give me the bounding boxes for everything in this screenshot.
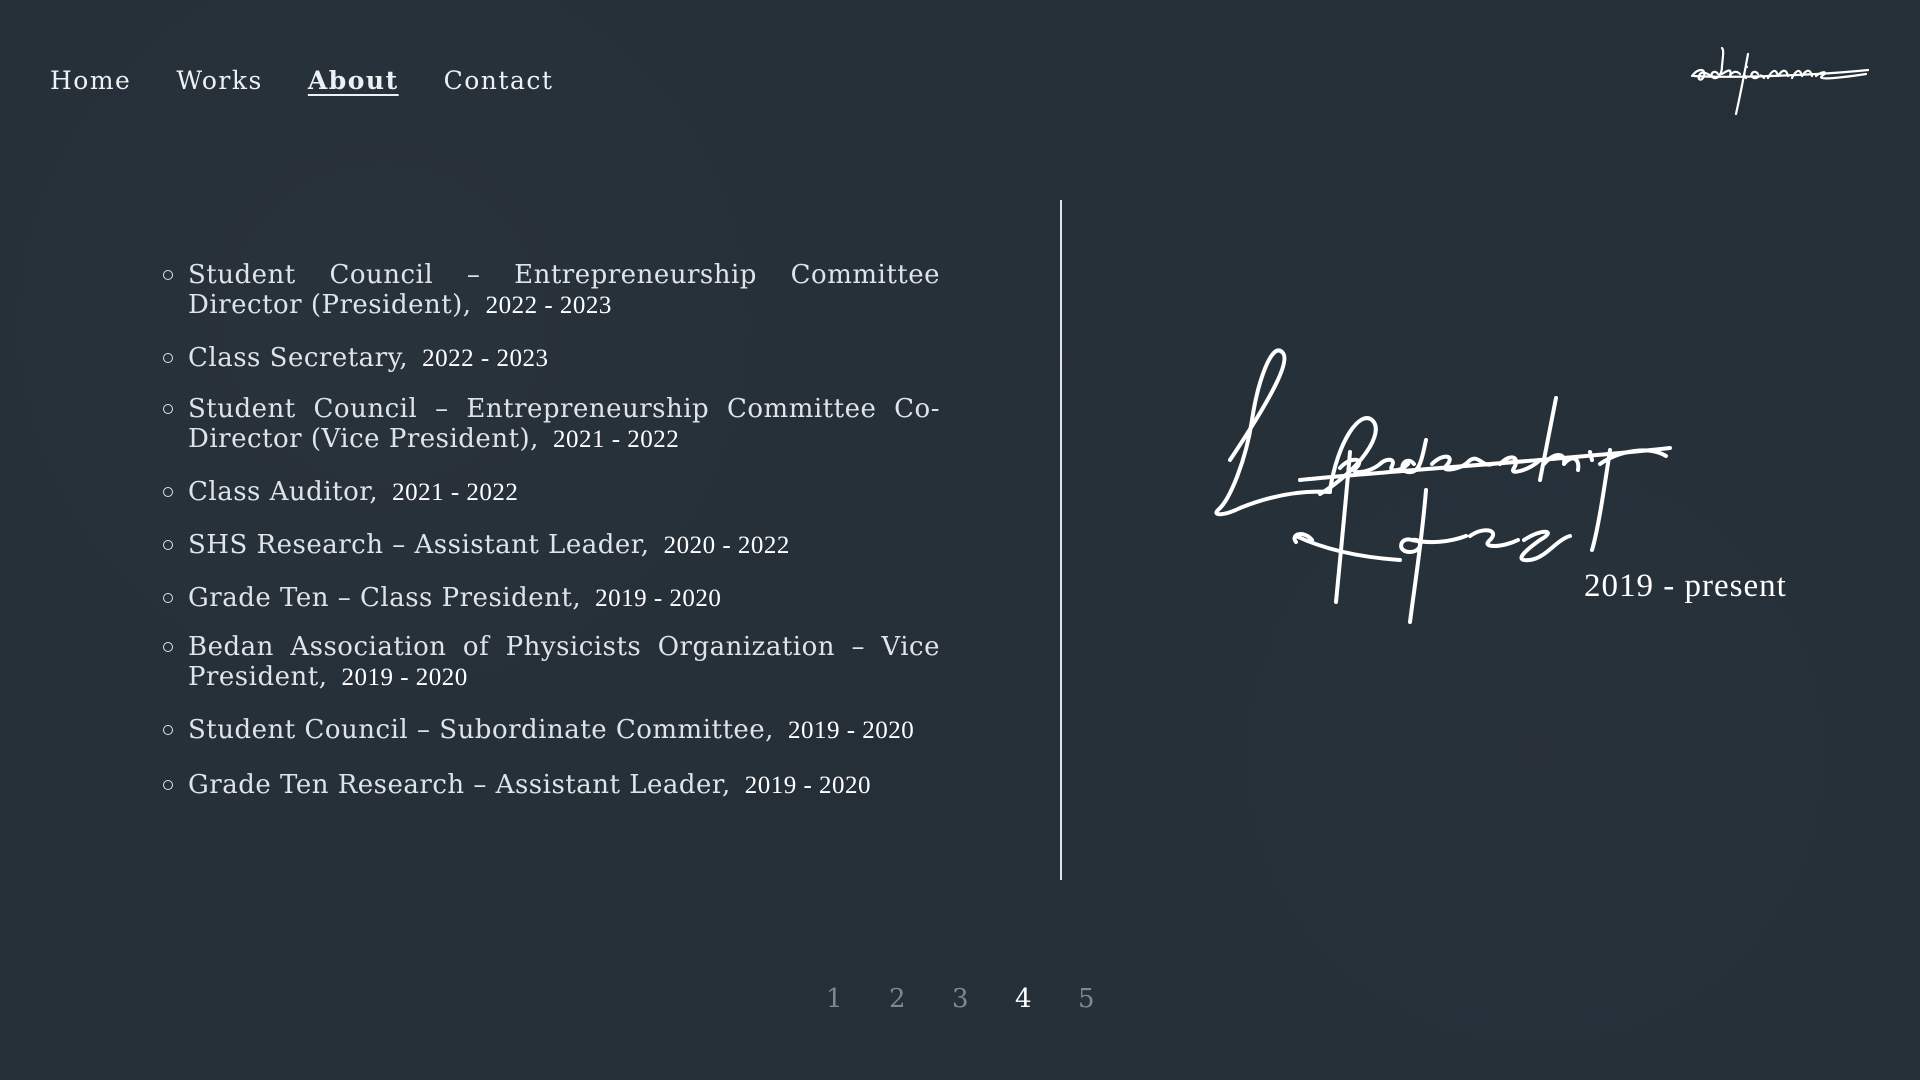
page: Home Works About Contact adrianne Studen… (0, 0, 1920, 1080)
list-item: Grade Ten – Class President, 2019 - 2020 (160, 583, 940, 614)
role-years: 2022 - 2023 (485, 292, 612, 319)
nav-home-link[interactable]: Home (50, 66, 131, 95)
page-3-link[interactable]: 3 (952, 984, 1015, 1014)
list-item: Student Council – Entrepreneurship Commi… (160, 394, 940, 455)
list-item: Bedan Association of Physicists Organiza… (160, 632, 940, 693)
section-heading: Leadership Roles (1200, 340, 1800, 660)
role-years: 2022 - 2023 (422, 345, 549, 372)
role-title: SHS Research – Assistant Leader, (188, 530, 650, 560)
role-years: 2019 - 2020 (341, 664, 468, 691)
role-title: Class Secretary, (188, 343, 409, 373)
page-5-link[interactable]: 5 (1078, 984, 1141, 1014)
role-years: 2021 - 2022 (392, 479, 519, 506)
signature-logo-drawing (1690, 46, 1870, 116)
heading-script-drawing (1214, 348, 1672, 624)
role-title: Grade Ten Research – Assistant Leader, (188, 770, 731, 800)
role-title: Student Council – Subordinate Committee, (188, 715, 774, 745)
role-years: 2021 - 2022 (552, 426, 680, 453)
role-years: 2019 - 2020 (744, 772, 872, 799)
role-title: Grade Ten – Class President, (188, 583, 582, 613)
list-item: Grade Ten Research – Assistant Leader, 20… (160, 770, 940, 801)
nav-works-link[interactable]: Works (176, 66, 262, 95)
list-item: Class Auditor, 2021 - 2022 (160, 477, 940, 508)
vertical-divider (1060, 200, 1062, 880)
role-title: Class Auditor, (188, 477, 379, 507)
role-title: Bedan Association of Physicists Organiza… (188, 632, 940, 692)
role-years: 2019 - 2020 (787, 717, 915, 744)
leadership-roles-list: Student Council – Entrepreneurship Commi… (160, 260, 940, 801)
nav-about-link[interactable]: About (308, 66, 399, 95)
role-years: 2019 - 2020 (595, 585, 722, 612)
page-1-link[interactable]: 1 (826, 984, 889, 1014)
signature-logo[interactable]: adrianne (1688, 46, 1870, 116)
list-item: Class Secretary, 2022 - 2023 (160, 343, 940, 374)
page-4-link[interactable]: 4 (1015, 984, 1078, 1014)
role-years: 2020 - 2022 (663, 532, 790, 559)
main-nav: Home Works About Contact (50, 66, 598, 95)
list-item: Student Council – Subordinate Committee,… (160, 715, 940, 746)
heading-years: 2019 - present (1584, 568, 1787, 604)
pagination: 1 2 3 4 5 (826, 984, 1141, 1014)
page-2-link[interactable]: 2 (889, 984, 952, 1014)
nav-contact-link[interactable]: Contact (444, 66, 554, 95)
list-item: SHS Research – Assistant Leader, 2020 - 2… (160, 530, 940, 561)
list-item: Student Council – Entrepreneurship Commi… (160, 260, 940, 321)
